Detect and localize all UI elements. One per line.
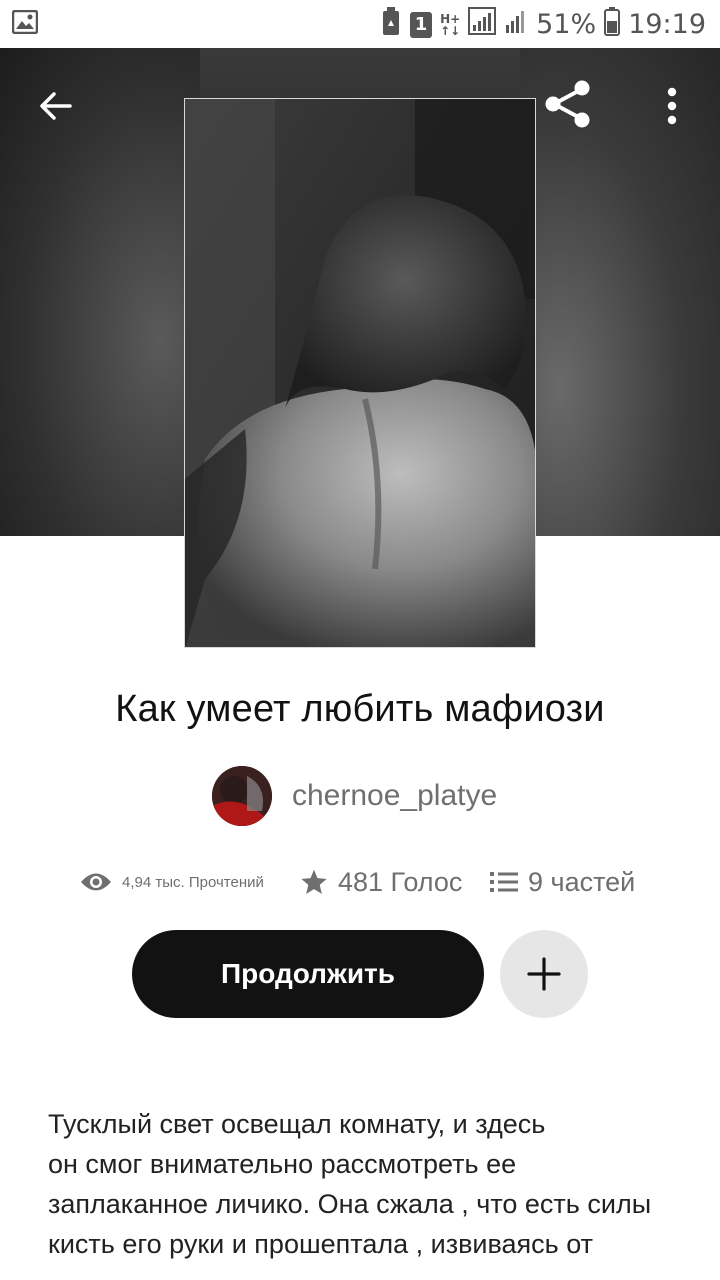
network-type-indicator: H+ ↑↓ [440, 11, 461, 38]
story-title: Как умеет любить мафиози [115, 688, 605, 730]
recycle-icon [380, 6, 402, 43]
reads-stat: 4,94 тыс. Прочтений [80, 871, 264, 893]
author-link[interactable]: chernoe_platye [212, 766, 497, 826]
list-icon [490, 872, 518, 892]
star-icon [301, 869, 327, 894]
author-avatar[interactable] [212, 766, 272, 826]
signal-strength-icon [468, 7, 497, 42]
story-stats: 4,94 тыс. Прочтений 481 Голос 9 частей [80, 860, 660, 904]
reads-count: 4,94 тыс. Прочтений [122, 873, 264, 891]
status-bar: 1 H+ ↑↓ 51% 19:19 [0, 0, 720, 48]
share-icon [545, 80, 590, 128]
more-options-button[interactable] [644, 78, 700, 134]
battery-icon [604, 6, 621, 43]
votes-count: 481 Голос [338, 866, 463, 897]
continue-reading-button[interactable]: Продолжить [132, 930, 484, 1018]
more-vertical-icon [667, 87, 677, 125]
votes-stat: 481 Голос [300, 867, 462, 898]
battery-percent: 51% [536, 9, 597, 40]
plus-icon [527, 957, 561, 991]
back-button[interactable] [28, 78, 84, 134]
eye-icon [81, 873, 111, 891]
share-button[interactable] [540, 76, 596, 132]
parts-count[interactable]: 9 частей [528, 867, 635, 898]
gallery-notification-icon [11, 9, 39, 38]
story-cover-image[interactable] [184, 98, 536, 648]
story-description: Тусклый свет освещал комнату, и здесь он… [48, 1104, 688, 1264]
author-name[interactable]: chernoe_platye [292, 779, 497, 813]
parts-stat[interactable]: 9 частей [490, 867, 635, 898]
signal-strength-icon-2 [504, 7, 528, 42]
description-text: Тусклый свет освещал комнату, и здесь он… [48, 1109, 652, 1259]
sim-slot-badge: 1 [410, 11, 433, 38]
add-to-library-button[interactable] [500, 930, 588, 1018]
clock: 19:19 [628, 9, 706, 40]
arrow-left-icon [40, 92, 72, 120]
